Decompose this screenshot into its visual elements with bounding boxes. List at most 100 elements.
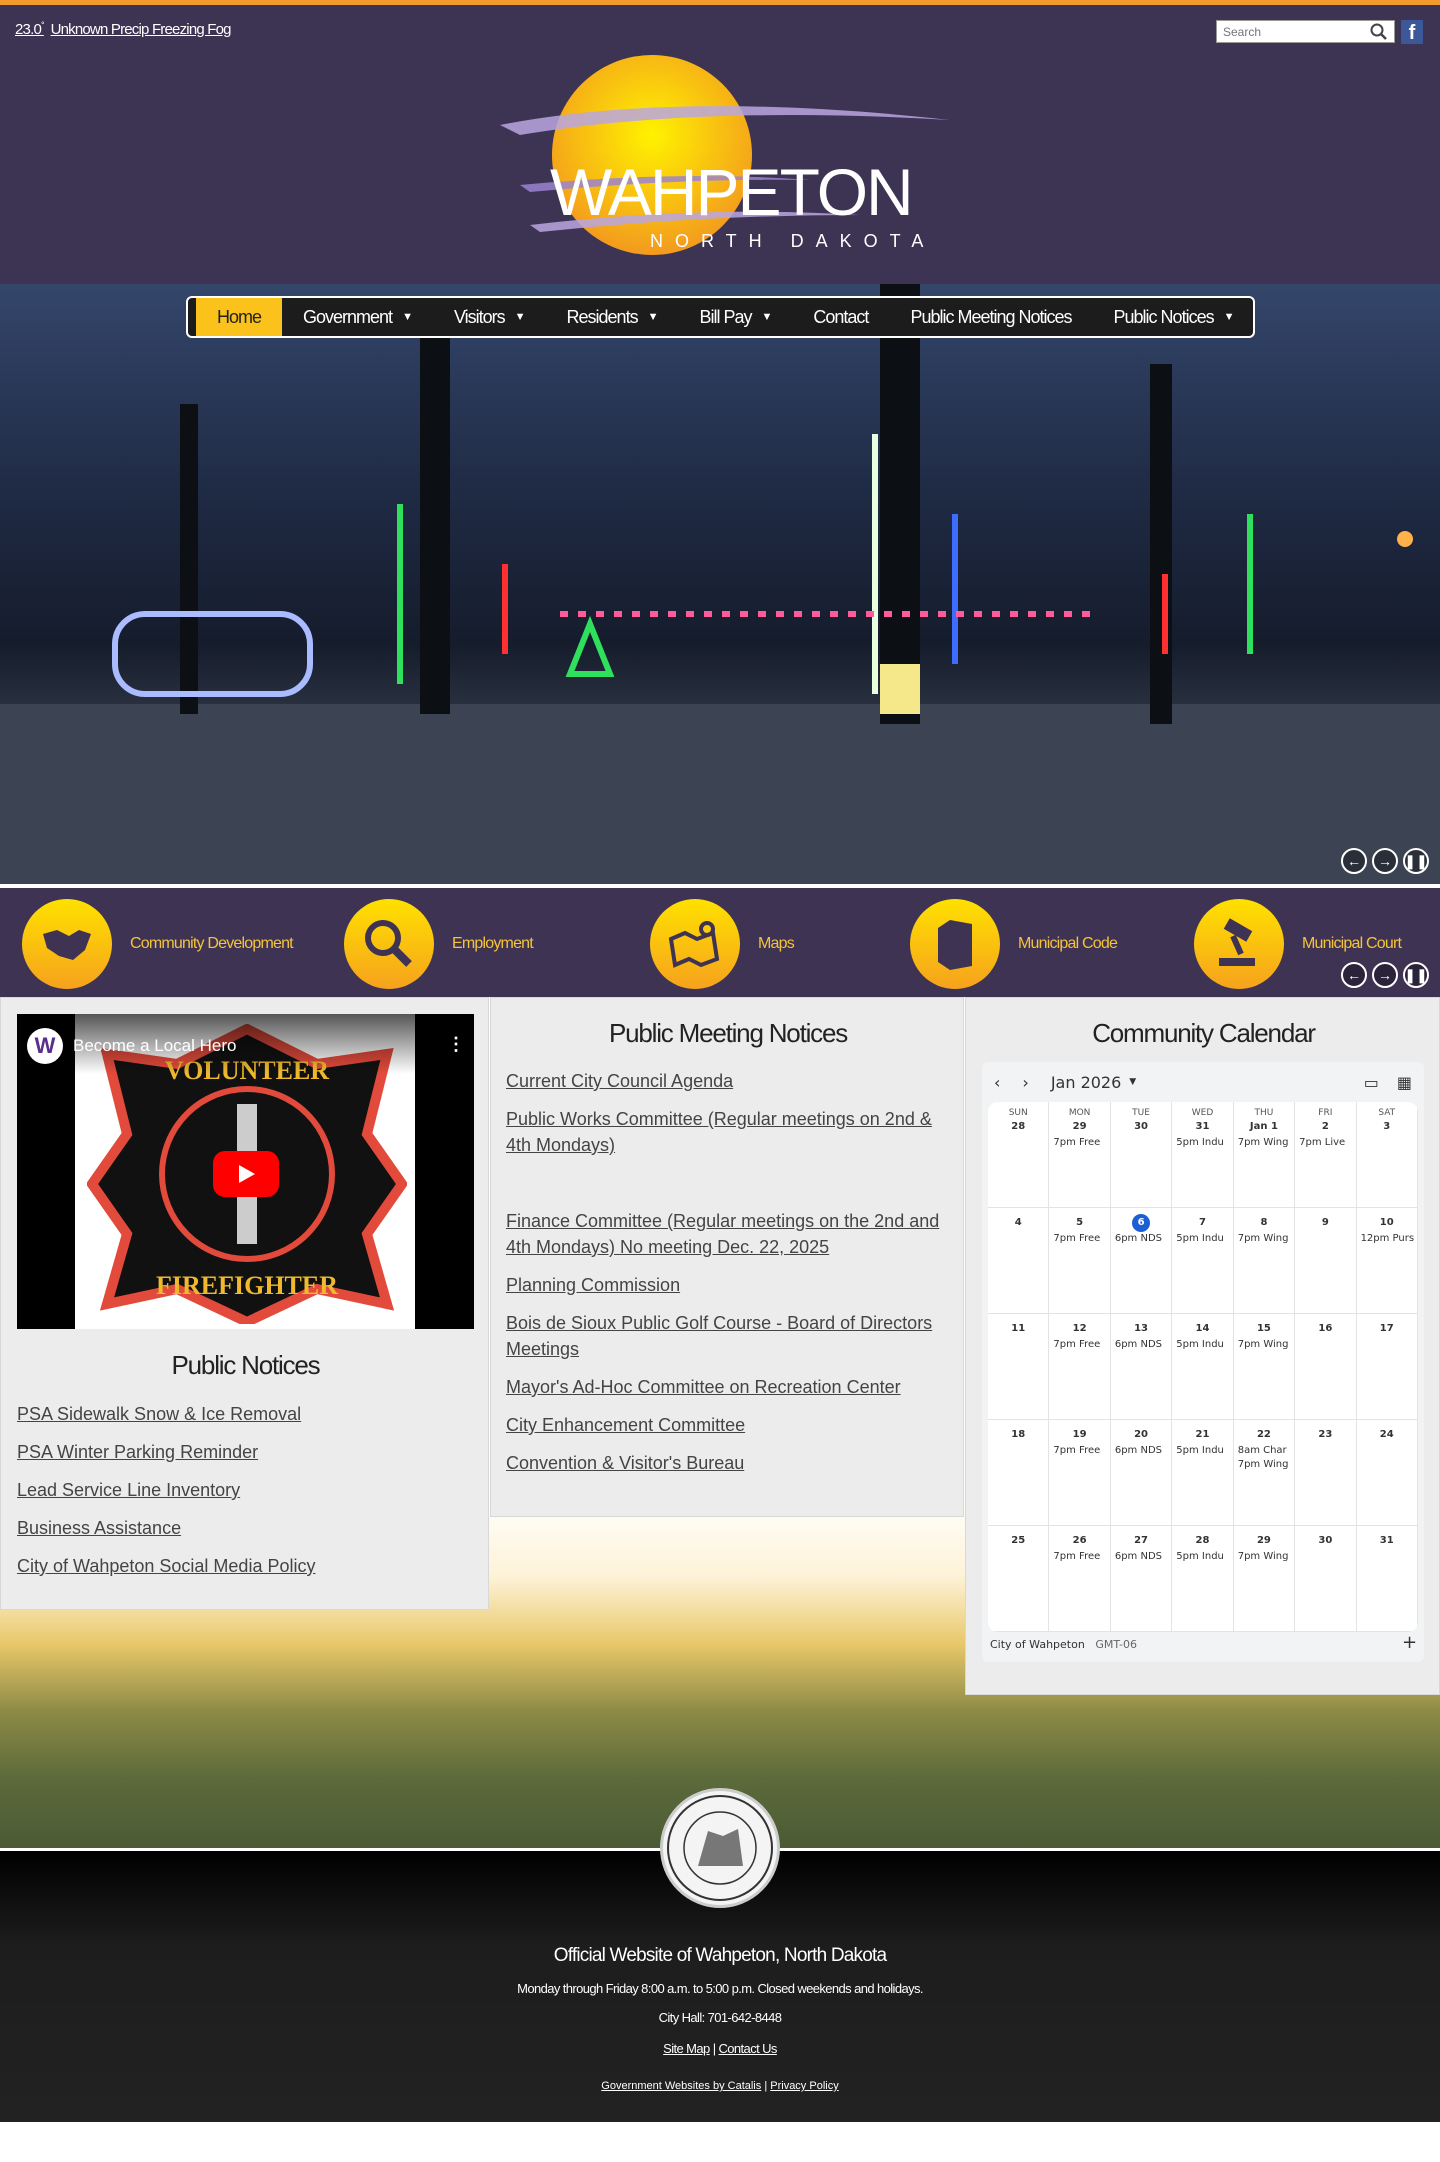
calendar-event[interactable]: 7pm Wing (1234, 1338, 1294, 1352)
calendar-day-cell[interactable]: 7 5pm Indu (1172, 1208, 1234, 1314)
public-notice-link[interactable]: Business Assistance (17, 1515, 477, 1541)
quick-links-next-button[interactable]: → (1372, 962, 1398, 988)
quick-link-maps[interactable]: Maps (650, 899, 795, 989)
nav-item-contact[interactable]: Contact (792, 298, 889, 336)
privacy-policy-link[interactable]: Privacy Policy (770, 2080, 838, 2092)
calendar-day-cell[interactable]: 16 (1295, 1314, 1357, 1420)
calendar-day-cell[interactable]: 26 7pm Free (1049, 1526, 1111, 1632)
calendar-event[interactable]: 5pm Indu (1172, 1232, 1232, 1246)
calendar-day-cell[interactable]: 17 (1356, 1314, 1418, 1420)
calendar-day-cell[interactable]: 27 6pm NDS (1110, 1526, 1173, 1632)
nav-item-public-notices[interactable]: Public Notices ▼ (1093, 298, 1255, 336)
calendar-event[interactable]: 5pm Indu (1172, 1550, 1232, 1564)
calendar-day-cell[interactable]: 19 7pm Free (1049, 1420, 1111, 1526)
meeting-notice-link[interactable]: Bois de Sioux Public Golf Course - Board… (506, 1310, 956, 1362)
public-notice-link[interactable]: PSA Sidewalk Snow & Ice Removal (17, 1401, 477, 1427)
calendar-event[interactable]: 5pm Indu (1172, 1338, 1232, 1352)
nav-item-public-meeting-notices[interactable]: Public Meeting Notices (889, 298, 1092, 336)
chevron-down-icon[interactable]: ▼ (1129, 1077, 1136, 1087)
facebook-icon[interactable]: f (1401, 20, 1423, 44)
hero-prev-button[interactable]: ← (1341, 848, 1367, 874)
calendar-event[interactable]: 6pm NDS (1111, 1338, 1171, 1352)
hero-pause-button[interactable]: ❚❚ (1403, 848, 1429, 874)
calendar-view-icon[interactable]: ▭ (1364, 1073, 1379, 1092)
calendar-day-cell[interactable]: 29 7pm Wing (1233, 1526, 1296, 1632)
calendar-event[interactable]: 7pm Free (1049, 1338, 1109, 1352)
calendar-event[interactable]: 6pm NDS (1111, 1444, 1171, 1458)
calendar-event[interactable]: 7pm Wing (1234, 1136, 1294, 1150)
calendar-event[interactable]: 7pm Wing (1234, 1458, 1294, 1472)
calendar-day-cell[interactable]: 9 (1295, 1208, 1357, 1314)
quick-links-pause-button[interactable]: ❚❚ (1403, 962, 1429, 988)
calendar-event[interactable]: 5pm Indu (1172, 1136, 1232, 1150)
channel-avatar[interactable]: W (27, 1028, 63, 1064)
calendar-day-cell[interactable]: 23 (1295, 1420, 1357, 1526)
calendar-day-cell[interactable]: 8 7pm Wing (1233, 1208, 1296, 1314)
next-month-button[interactable]: › (1022, 1073, 1028, 1092)
nav-item-home[interactable]: Home (196, 298, 283, 336)
calendar-day-cell[interactable]: 28 5pm Indu (1172, 1526, 1234, 1632)
meeting-notice-link[interactable]: City Enhancement Committee (506, 1412, 956, 1438)
calendar-day-cell[interactable]: 13 6pm NDS (1110, 1314, 1173, 1420)
calendar-event[interactable]: 7pm Free (1049, 1550, 1109, 1564)
calendar-day-cell[interactable]: 15 7pm Wing (1233, 1314, 1296, 1420)
public-notice-link[interactable]: City of Wahpeton Social Media Policy (17, 1553, 477, 1579)
weather-condition[interactable]: Unknown Precip Freezing Fog (51, 21, 232, 38)
calendar-day-cell[interactable]: SAT 3 (1356, 1102, 1418, 1208)
calendar-event[interactable]: 7pm Free (1049, 1444, 1109, 1458)
calendar-event[interactable]: 7pm Live (1295, 1136, 1355, 1150)
calendar-day-cell[interactable]: 4 (988, 1208, 1050, 1314)
calendar-day-cell[interactable]: WED 31 5pm Indu (1172, 1102, 1234, 1208)
calendar-day-cell[interactable]: 18 (988, 1420, 1050, 1526)
calendar-day-cell[interactable]: 21 5pm Indu (1172, 1420, 1234, 1526)
calendar-day-cell[interactable]: TUE 30 (1110, 1102, 1173, 1208)
quick-link-municipal-court[interactable]: Municipal Court (1194, 899, 1402, 989)
quick-link-employment[interactable]: Employment (344, 899, 534, 989)
public-notice-link[interactable]: Lead Service Line Inventory (17, 1477, 477, 1503)
search-input[interactable] (1217, 24, 1367, 39)
weather-widget[interactable]: 23.0° Unknown Precip Freezing Fog (15, 20, 232, 38)
meeting-notice-link[interactable]: Public Works Committee (Regular meetings… (506, 1106, 956, 1158)
grid-view-icon[interactable]: ▦ (1397, 1073, 1412, 1092)
calendar-day-cell[interactable]: 20 6pm NDS (1110, 1420, 1173, 1526)
meeting-notice-link[interactable]: Current City Council Agenda (506, 1068, 956, 1094)
weather-temp[interactable]: 23.0° (15, 20, 45, 38)
calendar-event[interactable]: 7pm Wing (1234, 1232, 1294, 1246)
calendar-event[interactable]: 8am Char (1234, 1444, 1294, 1458)
vendor-link[interactable]: Government Websites by Catalis (601, 2080, 761, 2092)
wahpeton-logo[interactable]: WAHPETON NORTH DAKOTA (480, 50, 960, 260)
calendar-day-cell[interactable]: 14 5pm Indu (1172, 1314, 1234, 1420)
calendar-day-cell[interactable]: 25 (988, 1526, 1050, 1632)
calendar-event[interactable]: 7pm Free (1049, 1136, 1109, 1150)
calendar-event[interactable]: 7pm Wing (1234, 1550, 1294, 1564)
search-icon[interactable] (1367, 21, 1391, 43)
quick-link-community-development[interactable]: Community Development (22, 899, 294, 989)
nav-item-visitors[interactable]: Visitors ▼ (433, 298, 546, 336)
calendar-day-cell[interactable]: FRI 2 7pm Live (1295, 1102, 1357, 1208)
month-selector[interactable]: Jan 2026 (1051, 1073, 1121, 1092)
calendar-day-cell[interactable]: 12 7pm Free (1049, 1314, 1111, 1420)
add-calendar-icon[interactable]: + (1402, 1632, 1417, 1653)
play-button[interactable] (213, 1151, 279, 1197)
video-title[interactable]: Become a Local Hero (73, 1036, 236, 1056)
calendar-event[interactable]: 5pm Indu (1172, 1444, 1232, 1458)
more-options-icon[interactable]: ⋮ (447, 1034, 465, 1055)
calendar-day-cell[interactable]: 6 6pm NDS (1110, 1208, 1173, 1314)
nav-item-bill-pay[interactable]: Bill Pay ▼ (678, 298, 792, 336)
public-notice-link[interactable]: PSA Winter Parking Reminder (17, 1439, 477, 1465)
calendar-day-cell[interactable]: 5 7pm Free (1049, 1208, 1111, 1314)
calendar-event[interactable]: 7pm Free (1049, 1232, 1109, 1246)
hero-next-button[interactable]: → (1372, 848, 1398, 874)
calendar-day-cell[interactable]: 11 (988, 1314, 1050, 1420)
nav-item-government[interactable]: Government ▼ (282, 298, 433, 336)
calendar-day-cell[interactable]: 22 8am Char 7pm Wing (1233, 1420, 1296, 1526)
meeting-notice-link[interactable]: Planning Commission (506, 1272, 956, 1298)
calendar-event[interactable]: 6pm NDS (1111, 1550, 1171, 1564)
prev-month-button[interactable]: ‹ (994, 1073, 1000, 1092)
calendar-day-cell[interactable]: MON 29 7pm Free (1049, 1102, 1111, 1208)
quick-link-municipal-code[interactable]: Municipal Code (910, 899, 1118, 989)
calendar-day-cell[interactable]: SUN 28 (988, 1102, 1050, 1208)
calendar-event[interactable]: 12pm Purs (1357, 1232, 1417, 1246)
calendar-event[interactable]: 6pm NDS (1111, 1232, 1171, 1246)
meeting-notice-link[interactable]: Convention & Visitor's Bureau (506, 1450, 956, 1476)
